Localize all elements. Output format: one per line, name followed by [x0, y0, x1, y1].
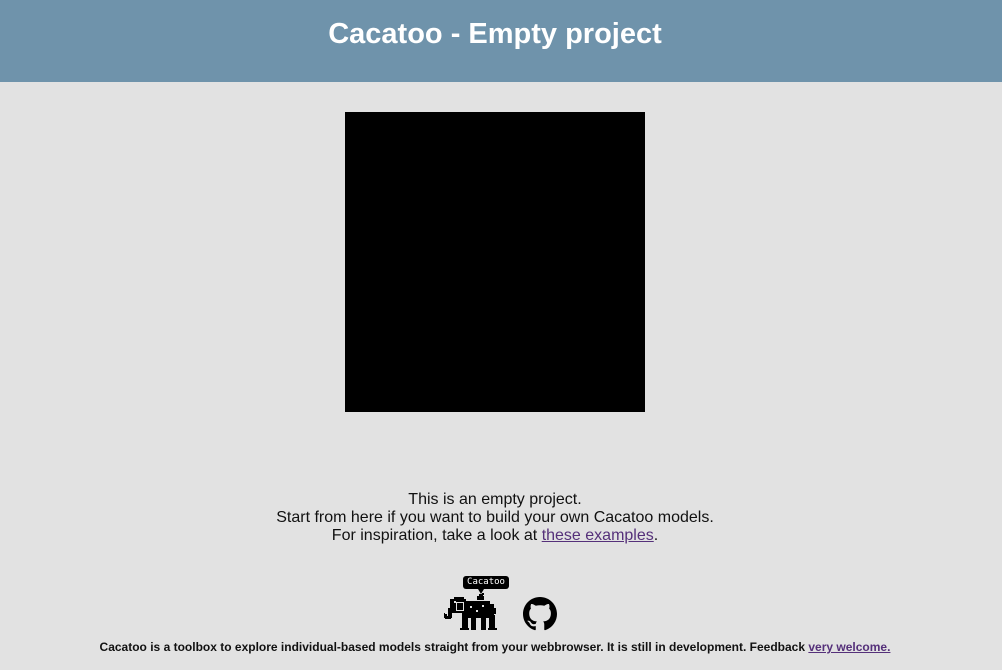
description-line-1: This is an empty project.	[408, 491, 582, 508]
footer: Cacatoo is a toolbox to explore individu…	[0, 640, 990, 655]
project-description: This is an empty project. Start from her…	[0, 491, 990, 545]
logo-speech-bubble: Cacatoo	[463, 576, 509, 589]
footer-text: Cacatoo is a toolbox to explore individu…	[99, 640, 809, 654]
github-icon[interactable]	[523, 597, 557, 631]
page-title: Cacatoo - Empty project	[328, 18, 662, 50]
description-line-3-suffix: .	[653, 527, 659, 544]
elephant-icon	[444, 593, 497, 630]
description-line-3-prefix: For inspiration, take a look at	[331, 527, 542, 544]
examples-link[interactable]: these examples	[542, 527, 654, 544]
cacatoo-logo: Cacatoo	[440, 576, 509, 632]
page-header: Cacatoo - Empty project	[0, 0, 1002, 82]
feedback-link[interactable]: very welcome.	[808, 640, 890, 654]
simulation-canvas[interactable]	[345, 112, 645, 412]
description-line-2: Start from here if you want to build you…	[276, 509, 714, 526]
description-line-3: For inspiration, take a look at these ex…	[0, 527, 990, 545]
